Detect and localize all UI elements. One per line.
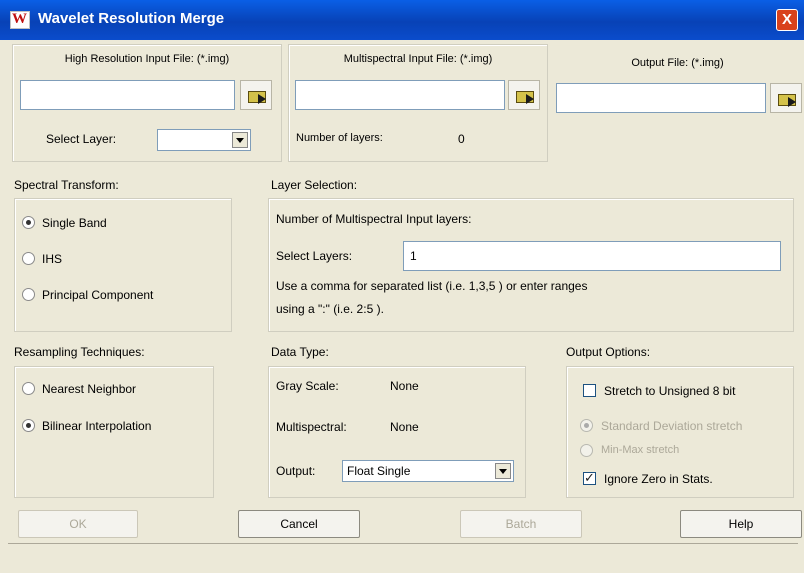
gray-scale-value: None (390, 379, 419, 393)
multispectral-type-label: Multispectral: (276, 420, 347, 434)
radio-single-band[interactable] (22, 216, 35, 229)
ihs-label: IHS (42, 252, 63, 266)
layer-selection-hint-2: using a ":" (i.e. 2:5 ). (276, 302, 384, 316)
layer-selection-hint-1: Use a comma for separated list (i.e. 1,3… (276, 279, 588, 293)
ignore-zero-label: Ignore Zero in Stats. (604, 472, 713, 486)
title-bar[interactable]: Wavelet Resolution Merge X (0, 0, 804, 40)
radio-standard-deviation-stretch[interactable] (580, 419, 593, 432)
number-of-layers-label: Number of layers: (296, 132, 383, 144)
radio-ihs[interactable] (22, 252, 35, 265)
multispectral-file-input[interactable] (295, 80, 505, 110)
high-res-label: High Resolution Input File: (*.img) (64, 53, 230, 65)
min-max-label: Min-Max stretch (601, 444, 680, 456)
bilinear-interpolation-label: Bilinear Interpolation (42, 419, 152, 433)
status-bar (8, 543, 798, 571)
multispectral-label: Multispectral Input File: (*.img) (343, 53, 493, 65)
high-res-file-input[interactable] (20, 80, 235, 110)
close-button[interactable]: X (776, 9, 798, 31)
resampling-label: Resampling Techniques: (14, 345, 145, 359)
radio-bilinear-interpolation[interactable] (22, 419, 35, 432)
multispectral-browse-button[interactable] (508, 80, 540, 110)
stretch-checkbox[interactable] (583, 384, 596, 397)
dialog-window: Wavelet Resolution Merge X High Resoluti… (0, 0, 804, 573)
window-title: Wavelet Resolution Merge (38, 10, 225, 27)
layer-selection-info: Number of Multispectral Input layers: (276, 212, 472, 226)
output-options-label: Output Options: (566, 345, 651, 359)
number-of-layers-value: 0 (458, 132, 465, 146)
multispectral-type-value: None (390, 420, 419, 434)
cancel-button[interactable]: Cancel (238, 510, 360, 538)
output-type-label: Output: (276, 464, 316, 478)
standard-deviation-label: Standard Deviation stretch (601, 419, 743, 433)
select-layer-dropdown[interactable] (157, 129, 251, 151)
high-res-browse-button[interactable] (240, 80, 272, 110)
app-icon (10, 11, 30, 29)
batch-button[interactable]: Batch (460, 510, 582, 538)
radio-min-max-stretch[interactable] (580, 444, 593, 457)
gray-scale-label: Gray Scale: (276, 379, 339, 393)
ok-button[interactable]: OK (18, 510, 138, 538)
stretch-label: Stretch to Unsigned 8 bit (604, 384, 736, 398)
principal-component-label: Principal Component (42, 288, 154, 302)
data-type-label: Data Type: (271, 345, 329, 359)
select-layer-label: Select Layer: (46, 132, 117, 146)
close-icon: X (781, 11, 792, 28)
chevron-down-icon[interactable] (495, 463, 511, 479)
nearest-neighbor-label: Nearest Neighbor (42, 382, 137, 396)
chevron-down-icon[interactable] (232, 132, 248, 148)
radio-nearest-neighbor[interactable] (22, 382, 35, 395)
ignore-zero-checkbox[interactable] (583, 470, 596, 486)
output-type-value: Float Single (347, 464, 411, 478)
layer-selection-label: Layer Selection: (271, 178, 358, 192)
select-layers-input[interactable]: 1 (403, 241, 781, 271)
single-band-label: Single Band (42, 216, 107, 230)
output-file-input[interactable] (556, 83, 766, 113)
output-file-label: Output File: (*.img) (631, 57, 724, 69)
spectral-transform-label: Spectral Transform: (14, 178, 119, 192)
output-type-dropdown[interactable]: Float Single (342, 460, 514, 482)
output-browse-button[interactable] (770, 83, 802, 113)
select-layers-label: Select Layers: (276, 249, 353, 263)
radio-principal-component[interactable] (22, 288, 35, 301)
help-button[interactable]: Help (680, 510, 802, 538)
